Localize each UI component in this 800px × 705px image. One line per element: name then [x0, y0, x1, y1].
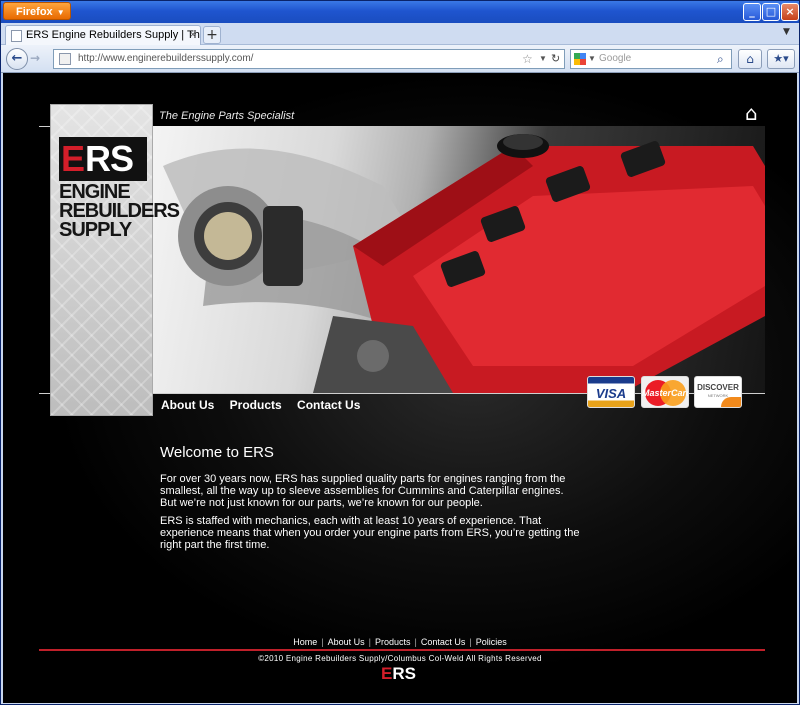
footer-link-home[interactable]: Home	[293, 637, 317, 647]
visa-card-icon: VISA	[587, 376, 635, 408]
footer-link-contact-us[interactable]: Contact Us	[421, 637, 466, 647]
forward-button[interactable]: →	[30, 51, 40, 65]
intro-paragraph: For over 30 years now, ERS has supplied …	[160, 473, 566, 509]
bookmarks-button[interactable]: ★▾	[767, 49, 795, 69]
home-house-icon[interactable]: ⌂	[745, 103, 758, 123]
search-magnifier-icon[interactable]: ⌕	[717, 50, 724, 68]
page-favicon-icon	[11, 30, 22, 42]
home-button[interactable]: ⌂	[738, 49, 762, 69]
list-tabs-icon[interactable]: ▼	[783, 27, 790, 37]
footer-logo-e: E	[381, 664, 393, 683]
tab-title: ERS Engine Rebuilders Supply | The Engin…	[26, 29, 200, 41]
engine-illustration	[163, 134, 765, 393]
nav-about-us[interactable]: About Us	[161, 398, 214, 412]
logo-e-letter: E	[61, 138, 85, 179]
staff-paragraph: ERS is staffed with mechanics, each with…	[160, 515, 580, 551]
back-button[interactable]: ←	[6, 48, 28, 70]
url-history-dropdown-icon[interactable]: ▼	[539, 50, 547, 68]
dropdown-arrow-icon: ▼	[56, 8, 65, 17]
navigation-toolbar: ← → http://www.enginerebuilderssupply.co…	[1, 45, 799, 73]
browser-window: Firefox ▼ _ □ × ERS Engine Rebuilders Sup…	[0, 0, 800, 705]
main-nav: About Us Products Contact Us	[161, 398, 372, 412]
browser-tab[interactable]: ERS Engine Rebuilders Supply | The Engin…	[5, 25, 201, 46]
tab-strip: ERS Engine Rebuilders Supply | The Engin…	[1, 23, 799, 46]
mastercard-icon: MasterCard	[641, 376, 689, 408]
ers-logo[interactable]: E RS	[59, 137, 147, 181]
site-tagline: The Engine Parts Specialist	[159, 110, 295, 122]
footer-link-policies[interactable]: Policies	[476, 637, 507, 647]
mastercard-label: MasterCard	[642, 388, 689, 398]
url-bar[interactable]: http://www.enginerebuilderssupply.com/ ☆…	[53, 49, 565, 69]
footer-logo-rs: RS	[392, 664, 416, 683]
logo-panel: E RS ENGINE REBUILDERS SUPPLY	[50, 104, 180, 416]
logo-word-supply: SUPPLY	[59, 219, 132, 241]
logo-wordmark: ENGINE REBUILDERS SUPPLY	[59, 182, 180, 241]
close-tab-icon[interactable]: ×	[190, 26, 196, 45]
engine-dropdown-icon[interactable]: ▼	[588, 50, 596, 68]
discover-card-icon: DISCOVER NETWORK	[694, 376, 742, 408]
bookmark-star-icon[interactable]: ☆	[522, 50, 533, 68]
google-engine-icon[interactable]	[574, 53, 586, 65]
search-placeholder: Google	[599, 53, 632, 64]
footer-links: Home | About Us | Products | Contact Us | Polici…	[293, 637, 507, 647]
url-text: http://www.enginerebuilderssupply.com/	[78, 53, 254, 64]
footer-rule	[39, 649, 765, 651]
nav-products[interactable]: Products	[230, 398, 282, 412]
footer-link-about-us[interactable]: About Us	[328, 637, 365, 647]
footer-link-products[interactable]: Products	[375, 637, 411, 647]
minimize-button[interactable]: _	[743, 3, 761, 21]
title-bar: Firefox ▼ _ □ ×	[1, 1, 799, 23]
visa-label: VISA	[595, 386, 627, 401]
nav-contact-us[interactable]: Contact Us	[297, 398, 360, 412]
firefox-menu-button[interactable]: Firefox ▼	[3, 2, 71, 20]
copyright-text: ©2010 Engine Rebuilders Supply/Columbus …	[258, 654, 542, 663]
firefox-menu-label: Firefox	[16, 6, 53, 18]
discover-label: DISCOVER	[697, 383, 739, 392]
web-page: The Engine Parts Specialist ⌂ E RS ENGIN…	[3, 73, 797, 703]
reload-icon[interactable]: ↻	[551, 50, 560, 68]
close-button[interactable]: ×	[781, 3, 799, 21]
engine-hero-image	[153, 126, 765, 393]
footer-ers-logo: ERS	[381, 665, 421, 683]
search-bar[interactable]: ▼ Google ⌕	[570, 49, 732, 69]
logo-rs-letters: RS	[85, 138, 134, 179]
site-identity-icon[interactable]	[59, 53, 71, 65]
new-tab-button[interactable]: +	[203, 26, 221, 44]
welcome-heading: Welcome to ERS	[160, 444, 274, 461]
maximize-button[interactable]: □	[762, 3, 780, 21]
